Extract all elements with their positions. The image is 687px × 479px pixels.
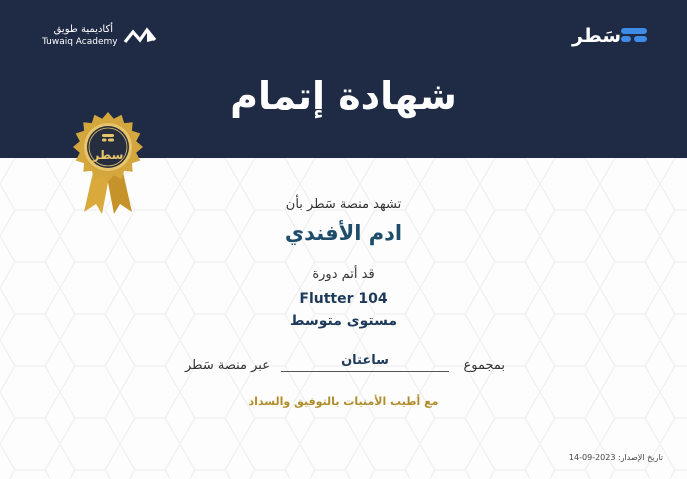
badge-label: سطر bbox=[92, 148, 124, 162]
recipient-name: ادم الأفندي bbox=[284, 221, 403, 245]
tuwaiq-name-english: Tuwaiq Academy bbox=[42, 37, 118, 47]
course-level: مستوى متوسط bbox=[289, 313, 398, 329]
tuwaiq-academy-logo: أكاديمية طويق Tuwaiq Academy bbox=[42, 22, 157, 52]
hours-value: ساعتان bbox=[281, 352, 449, 372]
tuwaiq-logo-icon bbox=[123, 27, 157, 43]
tuwaiq-name-arabic: أكاديمية طويق bbox=[53, 24, 113, 35]
issue-date: تاريخ الإصدار: 2023-09-14 bbox=[568, 453, 663, 462]
hours-suffix: عبر منصة سَطر bbox=[185, 358, 270, 373]
hours-prefix: بمجموع bbox=[463, 358, 505, 373]
course-hours-row: بمجموع ساعتان عبر منصة سَطر bbox=[185, 352, 505, 378]
certificate-intro: تشهد منصة سَطر بأن bbox=[285, 197, 402, 212]
satr-logo-text: سَطر bbox=[572, 25, 622, 47]
wishes-text: مع أطيب الأمنيات بالتوفيق والسداد bbox=[248, 395, 439, 408]
course-name: Flutter 104 bbox=[299, 291, 388, 307]
satr-logo-icon bbox=[621, 28, 647, 42]
certificate-page: أكاديمية طويق Tuwaiq Academy سَطر شهادة … bbox=[0, 0, 687, 479]
completed-label: قد أتم دورة bbox=[312, 267, 375, 282]
satr-logo: سَطر bbox=[572, 24, 652, 50]
